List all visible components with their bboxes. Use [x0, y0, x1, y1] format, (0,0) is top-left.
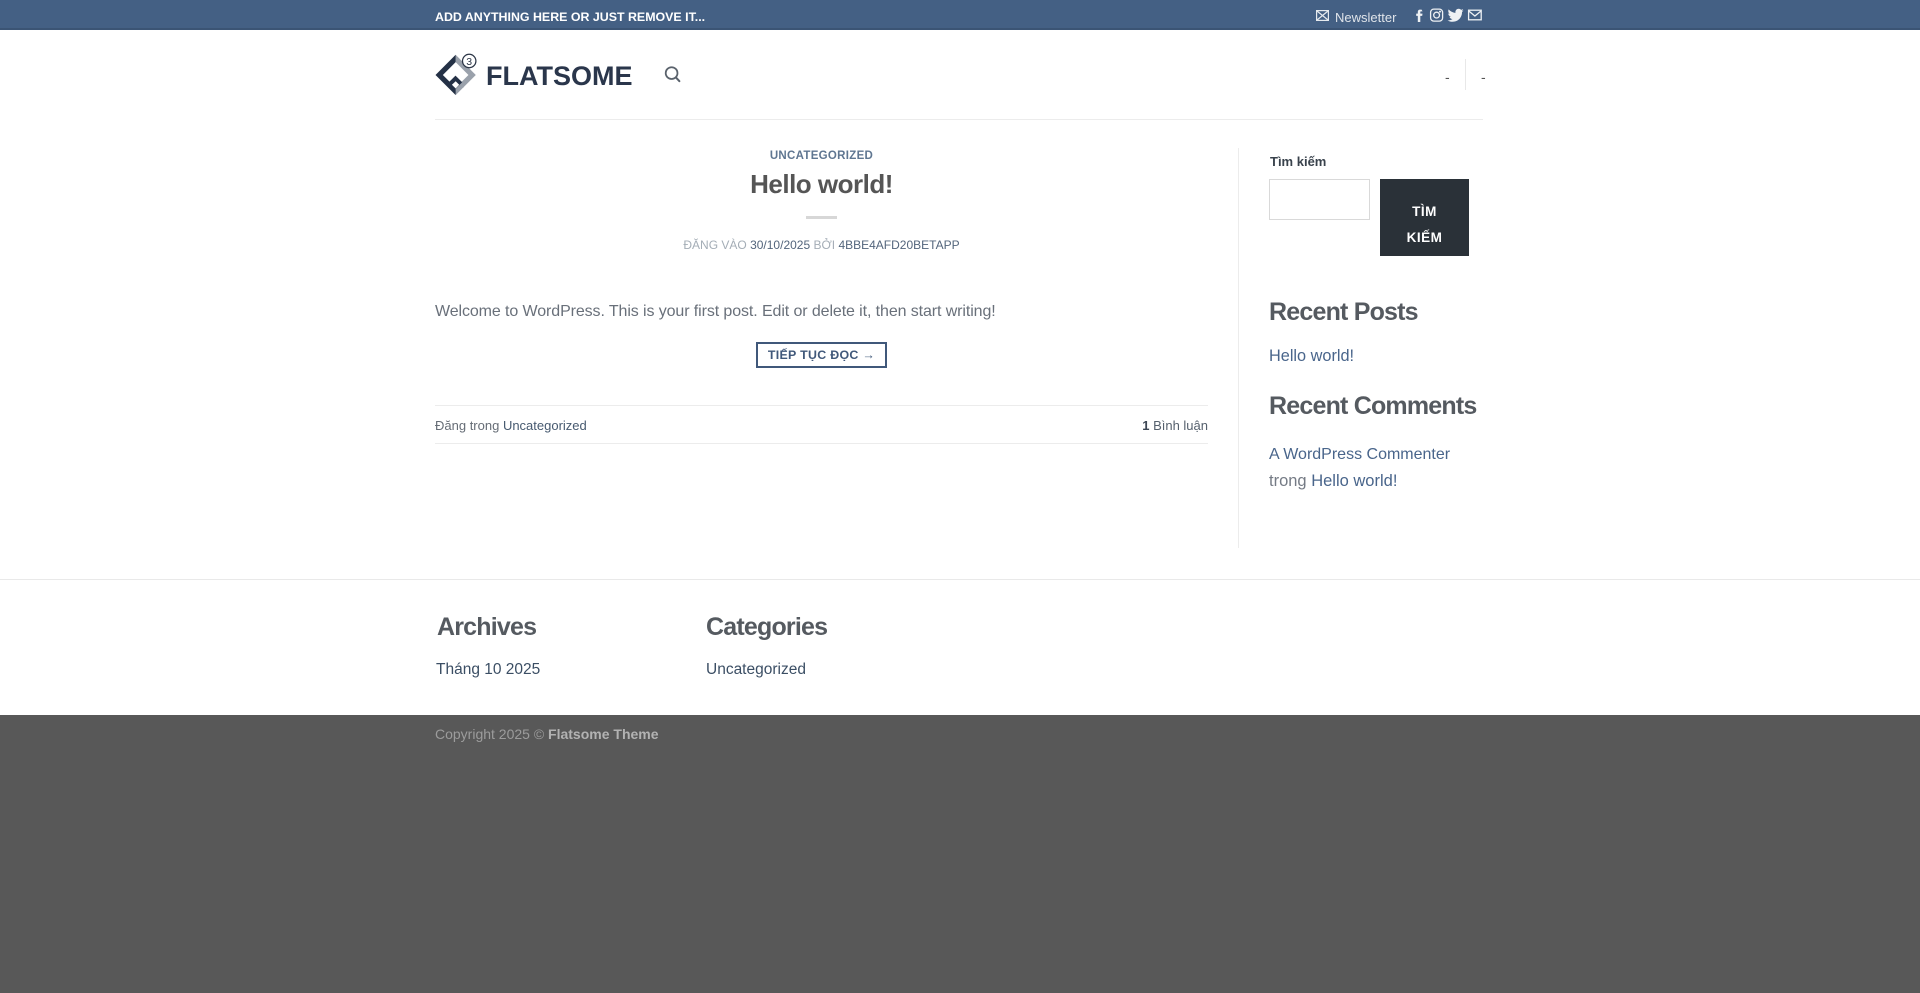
svg-text:3: 3 [466, 56, 472, 68]
